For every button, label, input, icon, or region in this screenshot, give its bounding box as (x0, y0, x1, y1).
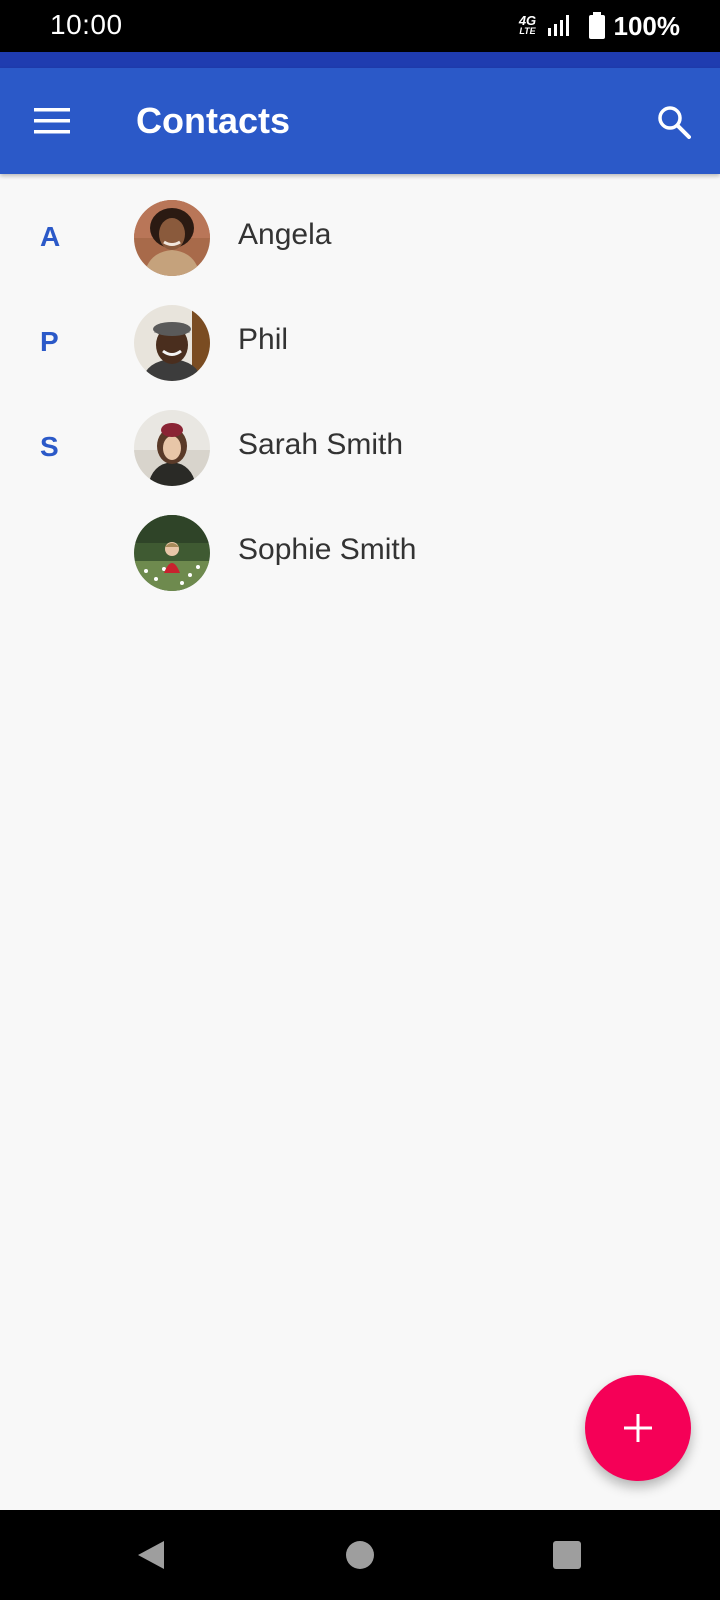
avatar (134, 200, 210, 276)
contact-row-angela[interactable]: A Angela (0, 174, 720, 279)
section-letter (40, 489, 76, 594)
status-bar: 10:00 4G LTE 100% (0, 0, 720, 52)
contact-list: A Angela P Phil S Sarah Smith Sophie Smi… (0, 174, 720, 594)
section-letter: P (40, 326, 59, 357)
back-button[interactable] (106, 1510, 196, 1600)
contact-name: Sarah Smith (238, 428, 404, 461)
recents-button[interactable] (522, 1510, 612, 1600)
battery-icon (588, 12, 605, 39)
status-icons: 4G LTE 100% (514, 10, 681, 42)
back-triangle-icon (138, 1541, 164, 1569)
home-button[interactable] (315, 1510, 405, 1600)
avatar (134, 410, 210, 486)
avatar (134, 515, 210, 591)
avatar (134, 305, 210, 381)
add-contact-button[interactable] (585, 1375, 691, 1481)
contact-name: Angela (238, 218, 332, 251)
menu-button[interactable] (22, 96, 82, 146)
contact-row-sarah-smith[interactable]: S Sarah Smith (0, 384, 720, 489)
contact-row-phil[interactable]: P Phil (0, 279, 720, 384)
navigation-bar (0, 1510, 720, 1600)
battery-percentage: 100% (613, 10, 681, 41)
network-type-icon: 4G LTE (514, 14, 542, 37)
app-bar-top-strip (0, 52, 720, 68)
app-bar: Contacts (0, 68, 720, 174)
home-circle-icon (346, 1541, 374, 1569)
section-letter: S (40, 431, 59, 462)
search-icon (658, 106, 691, 139)
section-letter: A (40, 221, 61, 252)
signal-strength-icon (547, 15, 569, 36)
hamburger-menu-icon (34, 108, 70, 134)
status-time: 10:00 (50, 9, 123, 40)
page-title: Contacts (136, 100, 291, 141)
contact-name: Sophie Smith (238, 533, 417, 566)
contacts-screen: 10:00 4G LTE 100% Contacts A Angela P Ph… (0, 0, 720, 1600)
recents-square-icon (553, 1541, 581, 1569)
contact-row-sophie-smith[interactable]: Sophie Smith (0, 489, 720, 594)
search-button[interactable] (646, 94, 702, 150)
plus-icon (624, 1414, 652, 1442)
contact-name: Phil (238, 323, 289, 356)
network-subtype-label: LTE (519, 26, 536, 36)
